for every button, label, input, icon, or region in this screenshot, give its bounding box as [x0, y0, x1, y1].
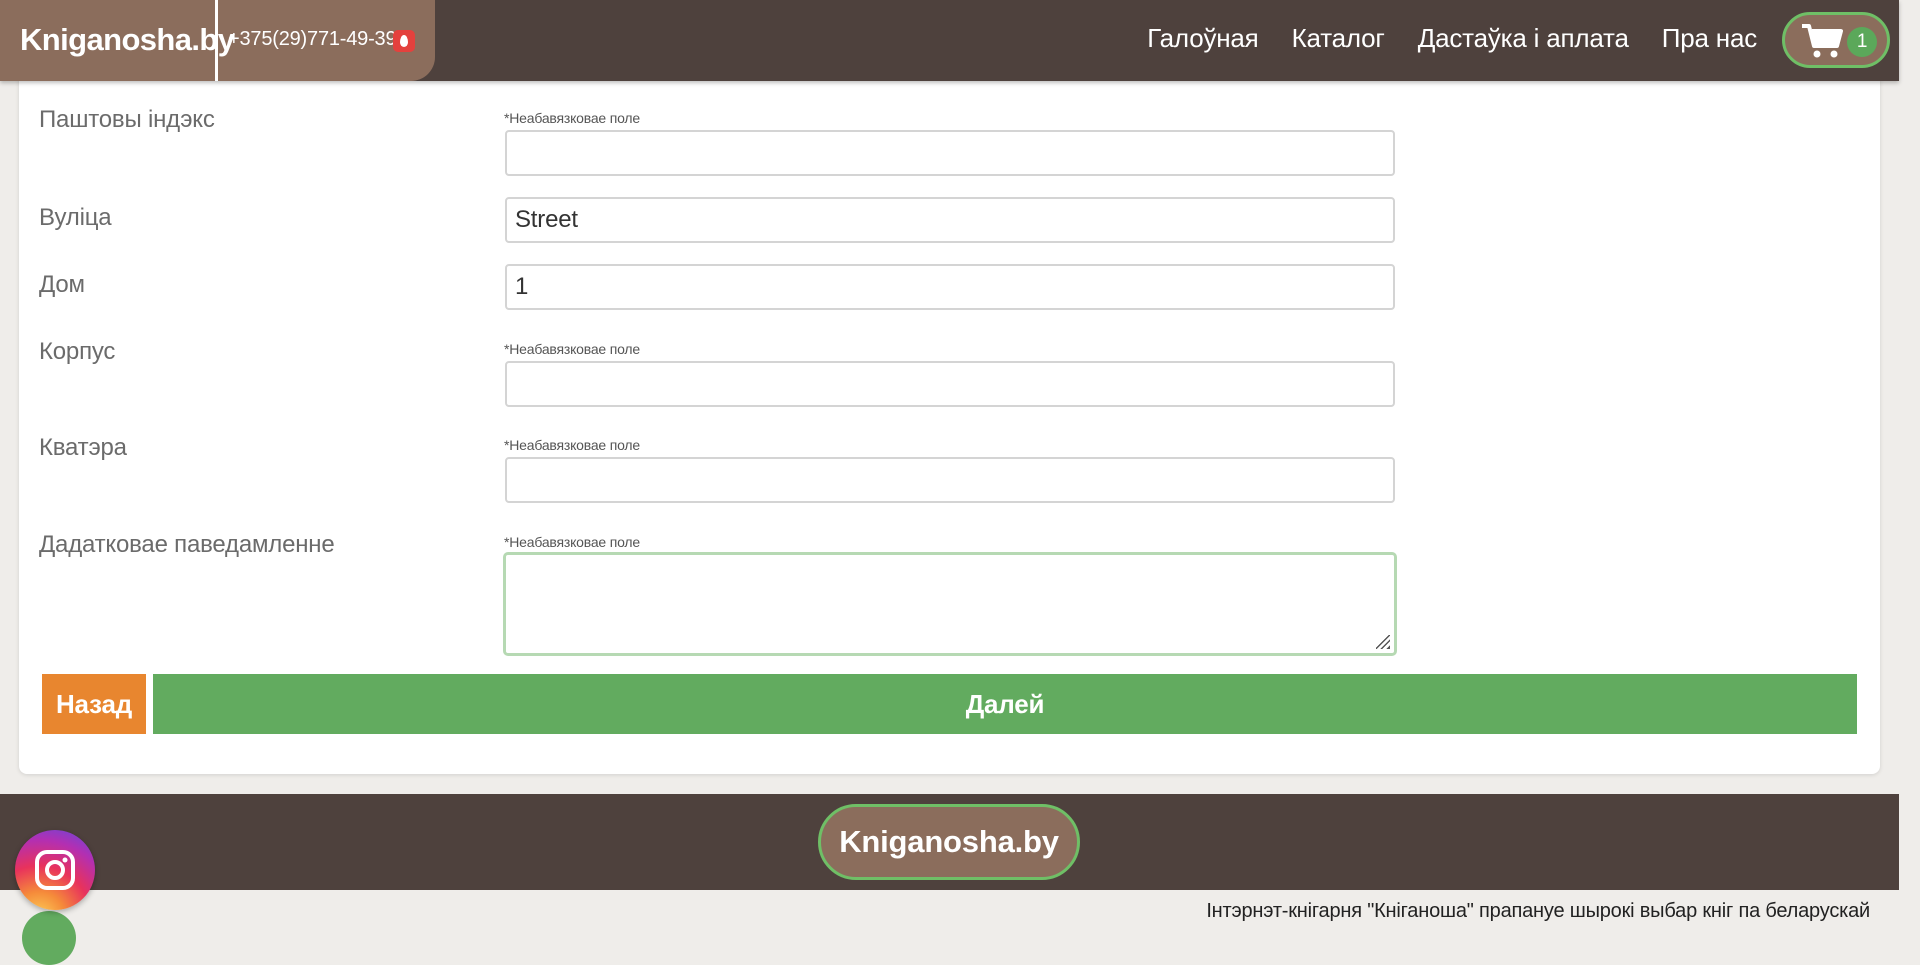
nav-about[interactable]: Пра нас — [1662, 23, 1757, 54]
resize-handle-icon[interactable] — [1376, 635, 1390, 649]
apartment-label: Кватэра — [39, 434, 127, 461]
nav-delivery-payment[interactable]: Дастаўка і аплата — [1418, 23, 1629, 54]
address-form-card: Паштовы індэкс *Неабавязковае поле Вуліц… — [19, 60, 1880, 774]
nav-catalog[interactable]: Каталог — [1292, 23, 1385, 54]
cart-icon — [1802, 24, 1843, 58]
additional-message-textarea[interactable] — [503, 552, 1397, 656]
back-button[interactable]: Назад — [42, 674, 146, 734]
cart-button[interactable]: 1 — [1782, 12, 1890, 68]
footer: Kniganosha.by — [0, 794, 1899, 890]
optional-hint: *Неабавязковае поле — [504, 341, 640, 357]
additional-message-label: Дадатковае паведамленне — [39, 531, 335, 558]
mts-icon — [393, 30, 415, 52]
building-input[interactable] — [505, 361, 1395, 407]
optional-hint: *Неабавязковае поле — [504, 437, 640, 453]
street-input[interactable]: Street — [505, 197, 1395, 243]
building-label: Корпус — [39, 338, 116, 365]
postal-code-input[interactable] — [505, 130, 1395, 176]
house-input[interactable]: 1 — [505, 264, 1395, 310]
footer-description: Інтэрнэт-кнігарня "Кніганоша" прапануе ш… — [1206, 900, 1870, 922]
next-button[interactable]: Далей — [153, 674, 1857, 734]
green-contact-button[interactable] — [22, 911, 76, 965]
brand-block: Kniganosha.by +375(29)771-49-39 — [0, 0, 435, 81]
postal-code-label: Паштовы індэкс — [39, 106, 215, 133]
nav-home[interactable]: Галоўная — [1147, 23, 1259, 54]
brand-divider — [215, 0, 218, 81]
street-label: Вуліца — [39, 204, 112, 231]
top-header: Kniganosha.by +375(29)771-49-39 Галоўная… — [0, 0, 1899, 81]
cart-count-badge: 1 — [1847, 27, 1877, 57]
optional-hint: *Неабавязковае поле — [504, 534, 640, 550]
apartment-input[interactable] — [505, 457, 1395, 503]
main-nav: Галоўная Каталог Дастаўка і аплата Пра н… — [1147, 23, 1757, 54]
instagram-button[interactable] — [15, 830, 95, 910]
optional-hint: *Неабавязковае поле — [504, 110, 640, 126]
house-label: Дом — [39, 271, 85, 298]
footer-logo[interactable]: Kniganosha.by — [818, 804, 1080, 880]
instagram-icon — [35, 850, 75, 890]
phone-number[interactable]: +375(29)771-49-39 — [228, 28, 397, 51]
site-logo[interactable]: Kniganosha.by — [20, 22, 235, 58]
